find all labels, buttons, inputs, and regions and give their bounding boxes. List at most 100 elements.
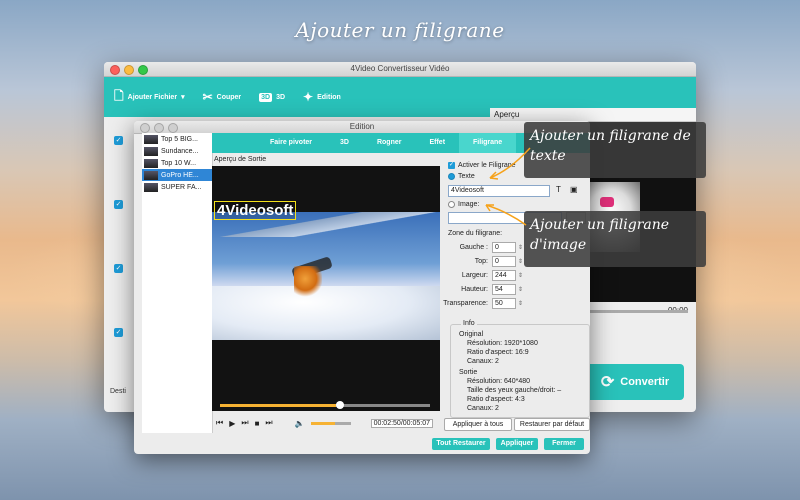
out-ratio: Ratio d'aspect: 4:3 (467, 396, 525, 403)
apply-button[interactable]: Appliquer (496, 438, 538, 450)
close-button[interactable]: Fermer (544, 438, 584, 450)
file-checkbox[interactable]: ✓ (114, 200, 123, 209)
file-name: GoPro HE... (161, 171, 199, 179)
next-icon[interactable]: ⏭ (265, 418, 272, 428)
tab-effect[interactable]: Effet (415, 133, 459, 153)
stepper-icon[interactable]: ⇕ (518, 272, 523, 279)
orig-resolution: Résolution: 1920*1080 (467, 340, 538, 347)
file-list-item-selected[interactable]: GoPro HE... (142, 169, 212, 181)
volume-icon[interactable]: 🔈 (295, 419, 305, 428)
tab-crop[interactable]: Rogner (363, 133, 416, 153)
transparency-input[interactable]: 50 (492, 298, 516, 309)
top-label: Top: (474, 258, 488, 265)
file-list-item[interactable]: Top 10 W... (142, 157, 212, 169)
info-legend: Info (461, 320, 477, 327)
file-list-item[interactable]: Sundance... (142, 145, 212, 157)
dialog-file-list: Top 5 BIG... Sundance... Top 10 W... GoP… (142, 133, 213, 433)
stepper-icon[interactable]: ⇕ (518, 244, 523, 251)
3d-icon: 3D (259, 92, 273, 102)
watermark-overlay[interactable]: 4Videosoft (214, 201, 297, 220)
file-name: Sundance... (161, 147, 199, 155)
main-titlebar: 4Video Convertisseur Vidéo (104, 62, 696, 77)
restore-all-button[interactable]: Tout Restaurer (432, 438, 490, 450)
transparency-label: Transparence: (443, 300, 488, 307)
banner-title: Ajouter un filigrane (295, 18, 505, 42)
apply-to-all-button[interactable]: Appliquer à tous (444, 418, 512, 431)
file-name: Top 10 W... (161, 159, 197, 167)
tab-3d[interactable]: 3D (326, 133, 363, 153)
callout-arrow (489, 147, 531, 180)
edit-button[interactable]: ✦ Edition (303, 90, 341, 104)
dialog-close-button[interactable] (140, 123, 150, 133)
image-watermark-callout: Ajouter un filigrane d'image (524, 211, 706, 267)
add-file-button[interactable]: 🗋 Ajouter Fichier ▾ (114, 87, 185, 108)
enable-watermark-checkbox[interactable]: ✓ (448, 162, 455, 169)
height-input[interactable]: 54 (492, 284, 516, 295)
stop-icon[interactable]: ■ (255, 419, 260, 428)
time-display: 00:02:50/00:05:07 (370, 418, 434, 428)
top-input[interactable]: 0 (492, 256, 516, 267)
text-watermark-callout: Ajouter un filigrane de texte (524, 122, 706, 178)
width-input[interactable]: 244 (492, 270, 516, 281)
left-label: Gauche : (459, 244, 488, 251)
video-thumbnail (144, 158, 158, 168)
file-checklist: ✓ ✓ ✓ ✓ (110, 120, 134, 375)
out-resolution: Résolution: 640*480 (467, 378, 531, 385)
previous-icon[interactable]: ⏮ (216, 418, 223, 428)
text-radio[interactable] (448, 173, 455, 180)
dialog-window-controls (140, 123, 178, 133)
preview-label: Aperçu (490, 108, 696, 122)
file-checkbox[interactable]: ✓ (114, 136, 123, 145)
stepper-icon[interactable]: ⇕ (518, 258, 523, 265)
fast-forward-icon[interactable]: ⏭ (241, 418, 248, 428)
convert-label: Convertir (620, 376, 670, 388)
3d-label: 3D (276, 93, 286, 101)
cut-label: Couper (216, 93, 242, 101)
dialog-zoom-button[interactable] (168, 123, 178, 133)
info-group: Info Original Résolution: 1920*1080 Rati… (450, 320, 590, 418)
seek-knob[interactable] (335, 401, 344, 409)
zoom-window-button[interactable] (138, 65, 148, 75)
add-file-icon: 🗋 (114, 88, 124, 103)
sparkle-icon: ✦ (303, 90, 314, 104)
stepper-icon[interactable]: ⇕ (518, 286, 523, 293)
destination-label: Desti (110, 388, 126, 395)
output-seek-slider[interactable] (220, 401, 430, 409)
file-checkbox[interactable]: ✓ (114, 328, 123, 337)
minimize-window-button[interactable] (124, 65, 134, 75)
close-window-button[interactable] (110, 65, 120, 75)
orig-channels: Canaux: 2 (467, 358, 499, 365)
stepper-icon[interactable]: ⇕ (518, 300, 523, 307)
output-preview-label: Aperçu de Sortie (214, 156, 267, 163)
dialog-title: Edition (349, 122, 375, 131)
convert-button[interactable]: ⟳ Convertir (586, 364, 684, 400)
cut-button[interactable]: ✂ Couper (203, 90, 242, 104)
play-icon[interactable]: ▶ (229, 419, 235, 428)
out-channels: Canaux: 2 (467, 405, 499, 412)
video-thumbnail (144, 134, 158, 144)
file-name: Top 5 BIG... (161, 135, 198, 143)
top-field: Top: 0 ⇕ (442, 256, 523, 267)
file-list-item[interactable]: Top 5 BIG... (142, 133, 212, 145)
output-preview-video: 4Videosoft (212, 166, 440, 411)
file-list-item[interactable]: SUPER FA... (142, 181, 212, 193)
video-thumbnail (144, 146, 158, 156)
file-checkbox[interactable]: ✓ (114, 264, 123, 273)
height-field: Hauteur: 54 ⇕ (442, 284, 523, 295)
original-label: Original (459, 331, 484, 338)
callout-arrow (485, 204, 527, 226)
image-radio[interactable] (448, 201, 455, 208)
tab-rotate[interactable]: Faire pivoter (256, 133, 326, 153)
output-label: Sortie (459, 369, 478, 376)
window-controls (110, 65, 148, 75)
add-file-label: Ajouter Fichier (127, 93, 178, 101)
dropdown-arrow-icon[interactable]: ▾ (181, 93, 185, 101)
restore-default-button[interactable]: Restaurer par défaut (514, 418, 590, 431)
scissors-icon: ✂ (202, 90, 213, 104)
dialog-minimize-button[interactable] (154, 123, 164, 133)
font-icon[interactable]: T (556, 185, 561, 194)
refresh-icon: ⟳ (600, 374, 615, 391)
volume-slider[interactable] (310, 421, 351, 425)
color-icon[interactable]: ▣ (570, 185, 578, 194)
3d-button[interactable]: 3D 3D (259, 92, 286, 102)
